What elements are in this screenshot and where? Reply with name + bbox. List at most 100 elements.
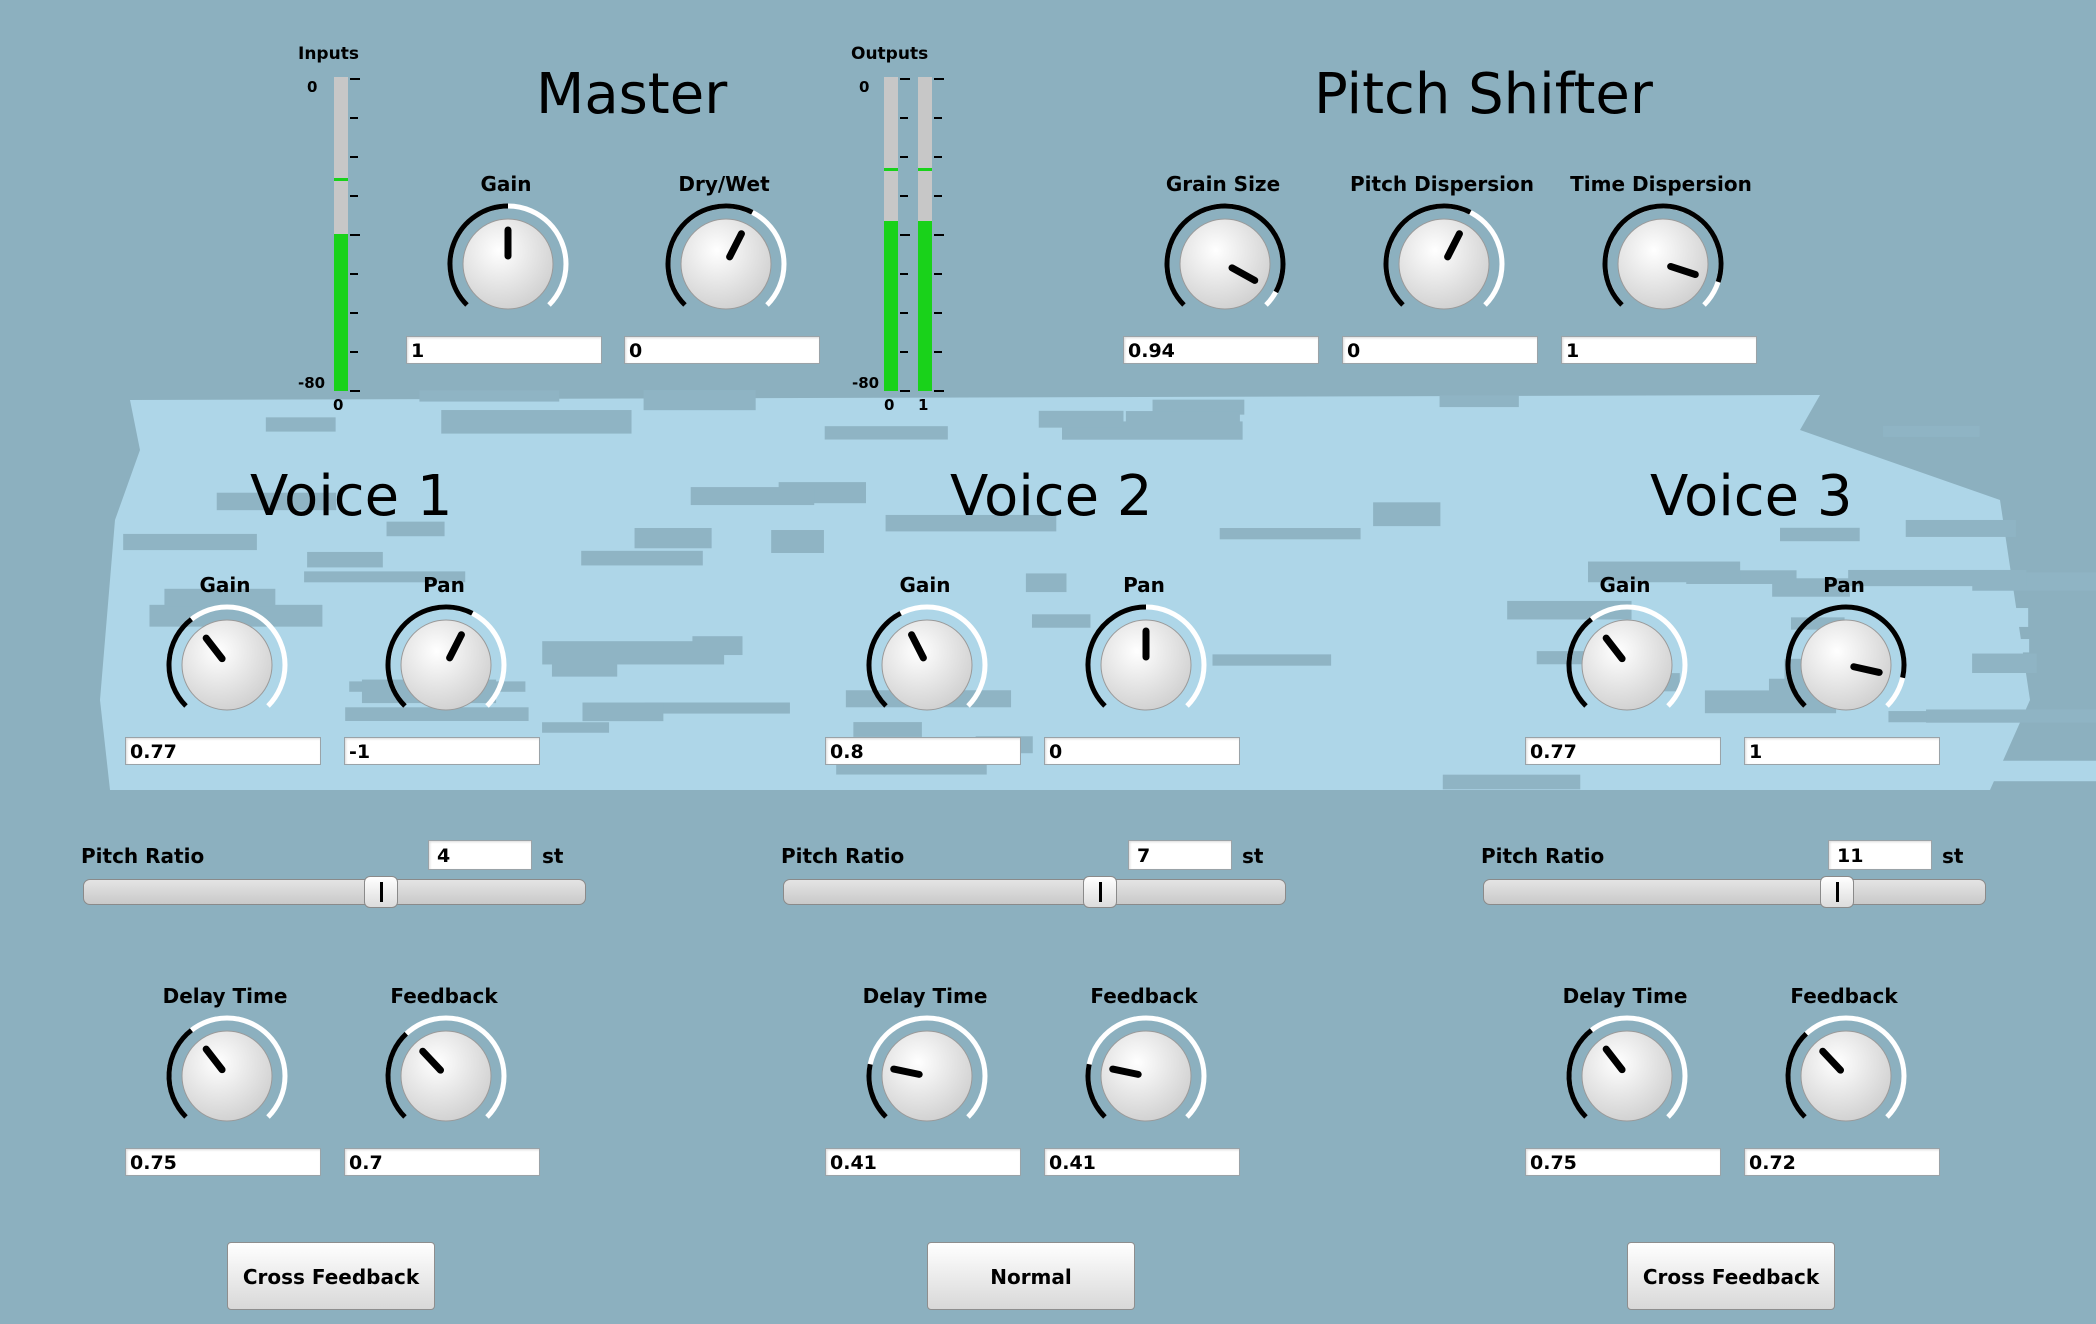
grain-size-knob[interactable] — [1163, 202, 1287, 326]
voice-2-feedback-knob[interactable] — [1084, 1014, 1208, 1138]
voice-1-mode-button[interactable]: Cross Feedback — [227, 1242, 435, 1310]
voice-3-pan-knob[interactable] — [1784, 603, 1908, 727]
pitch-dispersion: Pitch Dispersion 0 — [1342, 172, 1542, 392]
meter-scale-tick — [350, 117, 358, 119]
outputs-meter-min-label: -80 — [852, 374, 880, 392]
voice-3-mode-button[interactable]: Cross Feedback — [1627, 1242, 1835, 1310]
voice-3-feedback-value[interactable]: 0.72 — [1744, 1148, 1940, 1176]
voice-2-pitch-ratio-slider[interactable] — [783, 876, 1286, 908]
cloud-streak — [419, 390, 560, 402]
voice-2-pan-knob[interactable] — [1084, 603, 1208, 727]
slider-thumb[interactable] — [364, 876, 399, 908]
voice-2-pitch-ratio-value[interactable]: 7 — [1128, 840, 1232, 870]
meter-scale-tick — [900, 78, 910, 80]
cloud-streak — [307, 551, 383, 568]
inputs-meter-max-label: 0 — [307, 78, 318, 96]
voice-2-delay-time-value[interactable]: 0.41 — [825, 1148, 1021, 1176]
master-dry-wet-knob[interactable] — [664, 202, 788, 326]
outputs-meter-bar-1 — [918, 77, 932, 391]
inputs-meter-min-label: -80 — [298, 374, 326, 392]
time-dispersion: Time Dispersion 1 — [1561, 172, 1761, 392]
cloud-streak — [1905, 519, 2016, 537]
voice-3-pan-value[interactable]: 1 — [1744, 737, 1940, 765]
voice-2-feedback: Feedback 0.41 — [1044, 984, 1244, 1204]
meter-scale-tick — [934, 273, 942, 275]
voice-3-pitch-unit: st — [1942, 844, 1964, 868]
voice-3-delay-time-knob[interactable] — [1565, 1014, 1689, 1138]
knob-body — [400, 619, 492, 711]
voice-3-delay-time-value[interactable]: 0.75 — [1525, 1148, 1721, 1176]
voice-3-gain-knob[interactable] — [1565, 603, 1689, 727]
voice-2-gain-knob[interactable] — [865, 603, 989, 727]
cloud-streak — [1219, 528, 1361, 540]
slider-thumb[interactable] — [1082, 876, 1117, 908]
voice-3-delay-time: Delay Time 0.75 — [1525, 984, 1725, 1204]
cloud-streak — [771, 530, 824, 553]
voice-1-feedback-value[interactable]: 0.7 — [344, 1148, 540, 1176]
time-dispersion-value[interactable]: 1 — [1561, 336, 1757, 364]
knob-body — [1800, 1030, 1892, 1122]
meter-scale-tick — [900, 156, 908, 158]
knob-label: Gain — [1599, 573, 1651, 597]
meter-scale-tick — [900, 234, 910, 236]
voice-2-gain-value[interactable]: 0.8 — [825, 737, 1021, 765]
voice-2-mode-button[interactable]: Normal — [927, 1242, 1135, 1310]
voice-1-delay-time-knob[interactable] — [165, 1014, 289, 1138]
voice-1-pan-knob[interactable] — [384, 603, 508, 727]
voice-2-delay-time-knob[interactable] — [865, 1014, 989, 1138]
knob-label: Gain — [199, 573, 251, 597]
meter-scale-tick — [350, 351, 358, 353]
voice-1-gain-knob[interactable] — [165, 603, 289, 727]
cloud-streak — [634, 528, 712, 549]
outputs-meter-peak-1 — [918, 168, 932, 172]
meter-scale-tick — [900, 312, 908, 314]
knob-body — [181, 619, 273, 711]
meter-scale-tick — [350, 234, 360, 236]
voice-1-title: Voice 1 — [250, 464, 453, 529]
grain-size-value[interactable]: 0.94 — [1123, 336, 1319, 364]
cloud-streak — [671, 769, 807, 782]
time-dispersion-knob[interactable] — [1601, 202, 1725, 326]
knob-body — [1398, 218, 1490, 310]
pitch-dispersion-knob[interactable] — [1382, 202, 1506, 326]
voice-1-gain-value[interactable]: 0.77 — [125, 737, 321, 765]
knob-body — [181, 1030, 273, 1122]
voice-2-pan-value[interactable]: 0 — [1044, 737, 1240, 765]
outputs-meter-channel-0: 0 — [884, 396, 895, 414]
master-gain-knob[interactable] — [446, 202, 570, 326]
voice-1-pitch-ratio-slider[interactable] — [83, 876, 586, 908]
grain-size: Grain Size 0.94 — [1123, 172, 1323, 392]
voice-2-feedback-value[interactable]: 0.41 — [1044, 1148, 1240, 1176]
voice-1-pan-value[interactable]: -1 — [344, 737, 540, 765]
voice-3-pitch-ratio-value[interactable]: 11 — [1828, 840, 1932, 870]
cloud-streak — [1883, 425, 1980, 437]
voice-3-feedback-knob[interactable] — [1784, 1014, 1908, 1138]
cloud-streak — [542, 722, 610, 733]
voice-1-feedback-knob[interactable] — [384, 1014, 508, 1138]
meter-scale-tick — [934, 78, 944, 80]
outputs-meter-level-1 — [918, 221, 932, 391]
cloud-streak — [824, 426, 948, 440]
cloud-streak — [265, 417, 336, 432]
knob-label: Delay Time — [162, 984, 288, 1008]
master-gain-value[interactable]: 1 — [406, 336, 602, 364]
voice-3-pitch-ratio-slider[interactable] — [1483, 876, 1986, 908]
outputs-meter-title: Outputs — [851, 44, 929, 64]
inputs-meter-bar — [334, 77, 348, 391]
knob-body — [680, 218, 772, 310]
voice-1-delay-time-value[interactable]: 0.75 — [125, 1148, 321, 1176]
slider-thumb[interactable] — [1820, 876, 1855, 908]
voice-1-gain: Gain 0.77 — [125, 573, 325, 793]
meter-scale-tick — [934, 390, 944, 392]
pitch-dispersion-value[interactable]: 0 — [1342, 336, 1538, 364]
meter-scale-tick — [350, 156, 358, 158]
voice-3-gain-value[interactable]: 0.77 — [1525, 737, 1721, 765]
master-dry-wet-value[interactable]: 0 — [624, 336, 820, 364]
cloud-streak — [1373, 502, 1441, 527]
meter-scale-tick — [900, 273, 908, 275]
knob-label: Pan — [423, 573, 465, 597]
voice-1-pitch-ratio-value[interactable]: 4 — [428, 840, 532, 870]
voice-2-pitch-unit: st — [1242, 844, 1264, 868]
inputs-meter-channel-0: 0 — [333, 396, 344, 414]
knob-body — [400, 1030, 492, 1122]
